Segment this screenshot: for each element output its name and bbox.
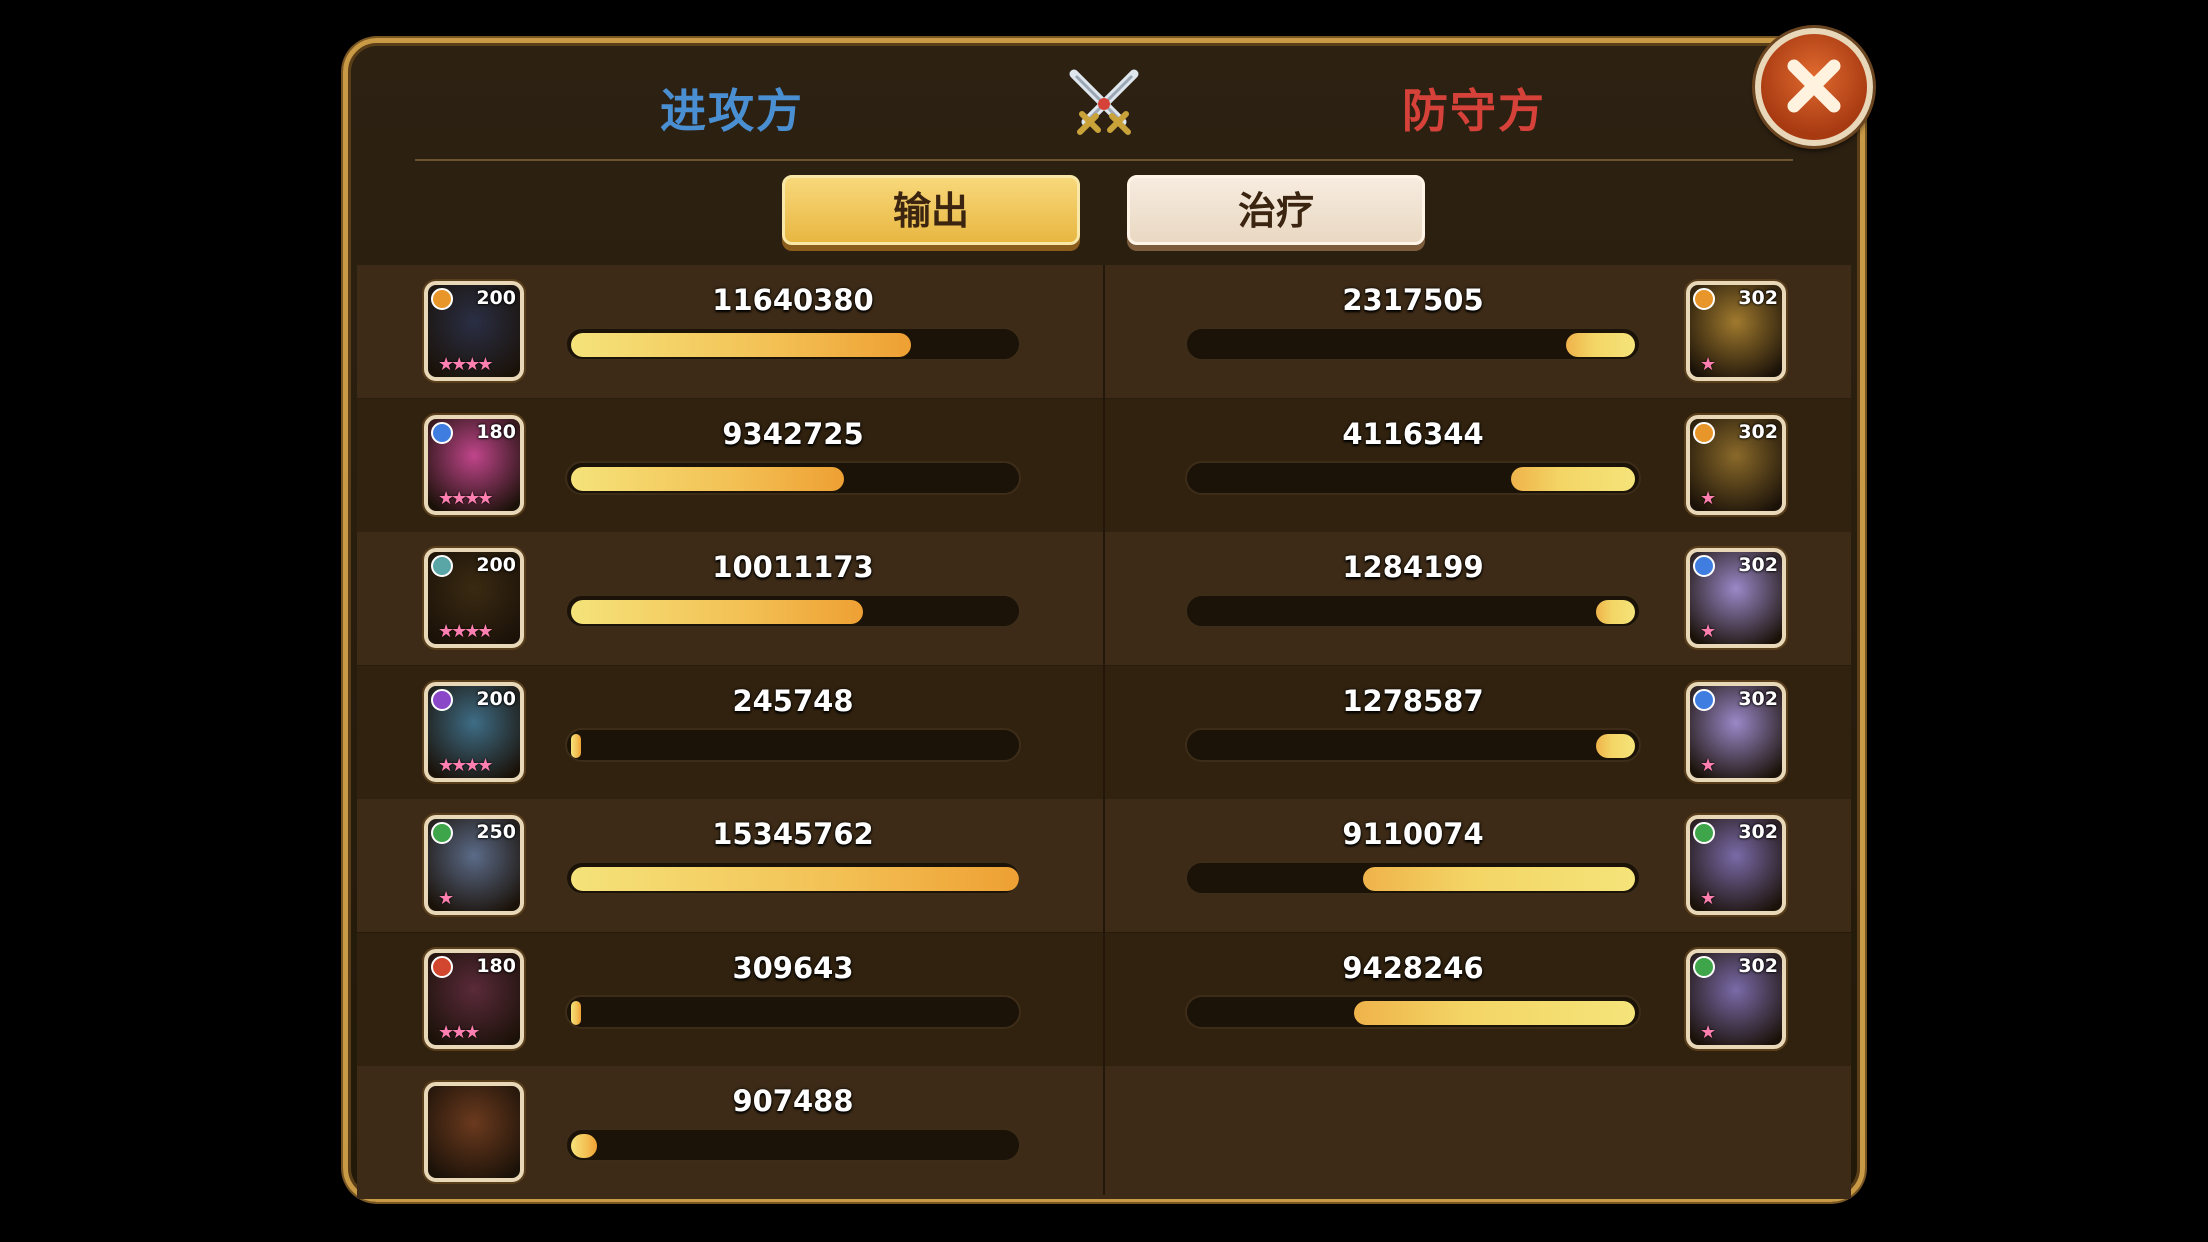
hero-level: 302 [1738,954,1778,977]
hero-level: 200 [476,687,516,710]
attacker-damage-bar [565,727,1021,762]
attacker-damage-bar-fill [571,1134,597,1158]
faction-icon [431,288,453,310]
faction-icon [431,555,453,577]
tab-output[interactable]: 输出 [782,175,1080,245]
defender-hero-portrait[interactable]: 302 ★ [1686,815,1786,915]
attacker-damage-bar [565,594,1021,628]
attacker-hero-portrait[interactable]: 200 ★★★★ [424,548,524,648]
attacker-damage-bar-fill [571,600,863,624]
defender-damage-bar [1185,994,1641,1029]
faction-icon [1693,955,1715,978]
faction-icon [431,688,453,711]
attacker-hero-portrait[interactable] [424,1082,524,1182]
defender-damage-bar-fill [1596,600,1635,624]
column-divider [1103,265,1105,1195]
close-icon [1787,59,1841,113]
faction-icon [431,822,453,844]
star-rating-icon: ★ [1700,754,1716,776]
defender-hero-portrait[interactable]: 302 ★ [1686,414,1786,515]
attacker-damage-value: 245748 [732,683,854,718]
faction-icon [1693,288,1715,310]
star-rating-icon: ★★★★ [438,354,494,375]
attacker-hero-portrait[interactable]: 180 ★★★ [424,948,524,1049]
attacker-damage-bar [565,1128,1021,1162]
defender-damage-bar [1185,327,1641,361]
defender-damage-value: 9110074 [1342,817,1484,851]
attacker-damage-bar [565,460,1021,495]
faction-icon [1693,688,1715,711]
attacker-damage-value: 9342725 [722,416,864,451]
attacker-damage-bar [565,327,1021,361]
defender-damage-bar [1185,861,1641,895]
hero-level: 250 [476,821,516,843]
star-rating-icon: ★ [1700,621,1716,642]
attacker-damage-value: 11640380 [712,283,874,317]
defender-hero-portrait[interactable]: 302 ★ [1686,681,1786,782]
attacker-damage-bar-fill [571,1000,581,1025]
defender-damage-value: 2317505 [1342,283,1484,317]
header-divider [415,159,1793,161]
star-rating-icon: ★★★★ [438,754,494,776]
attacker-title: 进攻方 [660,84,804,138]
star-rating-icon: ★★★★ [438,621,494,642]
defender-damage-value: 9428246 [1342,950,1484,985]
hero-level: 302 [1738,287,1778,309]
faction-icon [431,955,453,978]
defender-hero-portrait[interactable]: 302 ★ [1686,948,1786,1049]
faction-icon [1693,421,1715,444]
defender-damage-bar [1185,727,1641,762]
attacker-damage-value: 15345762 [712,817,874,851]
defender-damage-bar-fill [1596,733,1635,758]
hero-level: 302 [1738,687,1778,710]
defender-damage-bar-fill [1363,867,1635,891]
attacker-damage-bar-fill [571,466,844,491]
attacker-hero-portrait[interactable]: 250 ★ [424,815,524,915]
attacker-hero-portrait[interactable]: 200 ★★★★ [424,281,524,381]
star-rating-icon: ★ [1700,487,1716,509]
defender-damage-value: 1284199 [1342,550,1484,584]
defender-damage-bar [1185,460,1641,495]
hero-level: 180 [476,954,516,977]
hero-level: 200 [476,287,516,309]
hero-level: 302 [1738,554,1778,576]
defender-damage-bar-fill [1511,466,1635,491]
faction-icon [431,421,453,444]
defender-damage-bar-fill [1566,333,1635,357]
hero-level: 302 [1738,420,1778,443]
defender-damage-value: 4116344 [1342,416,1484,451]
attacker-damage-bar [565,994,1021,1029]
faction-icon [1693,822,1715,844]
star-rating-icon: ★★★ [438,1021,480,1043]
attacker-damage-value: 309643 [732,950,854,985]
defender-title: 防守方 [1402,84,1546,138]
star-rating-icon: ★★★★ [438,487,494,509]
tab-heal[interactable]: 治疗 [1127,175,1425,245]
attacker-damage-bar [565,861,1021,895]
defender-damage-bar-fill [1354,1000,1635,1025]
defender-hero-portrait[interactable]: 302 ★ [1686,281,1786,381]
attacker-damage-bar-fill [571,333,911,357]
defender-damage-value: 1278587 [1342,683,1484,718]
star-rating-icon: ★ [1700,888,1716,909]
attacker-hero-portrait[interactable]: 200 ★★★★ [424,681,524,782]
attacker-damage-value: 10011173 [712,550,874,584]
star-rating-icon: ★ [438,888,454,909]
attacker-hero-portrait[interactable]: 180 ★★★★ [424,414,524,515]
attacker-damage-value: 907488 [732,1084,854,1118]
star-rating-icon: ★ [1700,354,1716,375]
defender-damage-bar [1185,594,1641,628]
defender-hero-portrait[interactable]: 302 ★ [1686,548,1786,648]
faction-icon [1693,555,1715,577]
hero-level: 302 [1738,821,1778,843]
close-button[interactable] [1755,28,1873,146]
attacker-damage-bar-fill [571,867,1019,891]
attacker-damage-bar-fill [571,733,581,758]
hero-level: 200 [476,554,516,576]
star-rating-icon: ★ [1700,1021,1716,1043]
crossed-swords-icon [1064,66,1144,142]
hero-level: 180 [476,420,516,443]
